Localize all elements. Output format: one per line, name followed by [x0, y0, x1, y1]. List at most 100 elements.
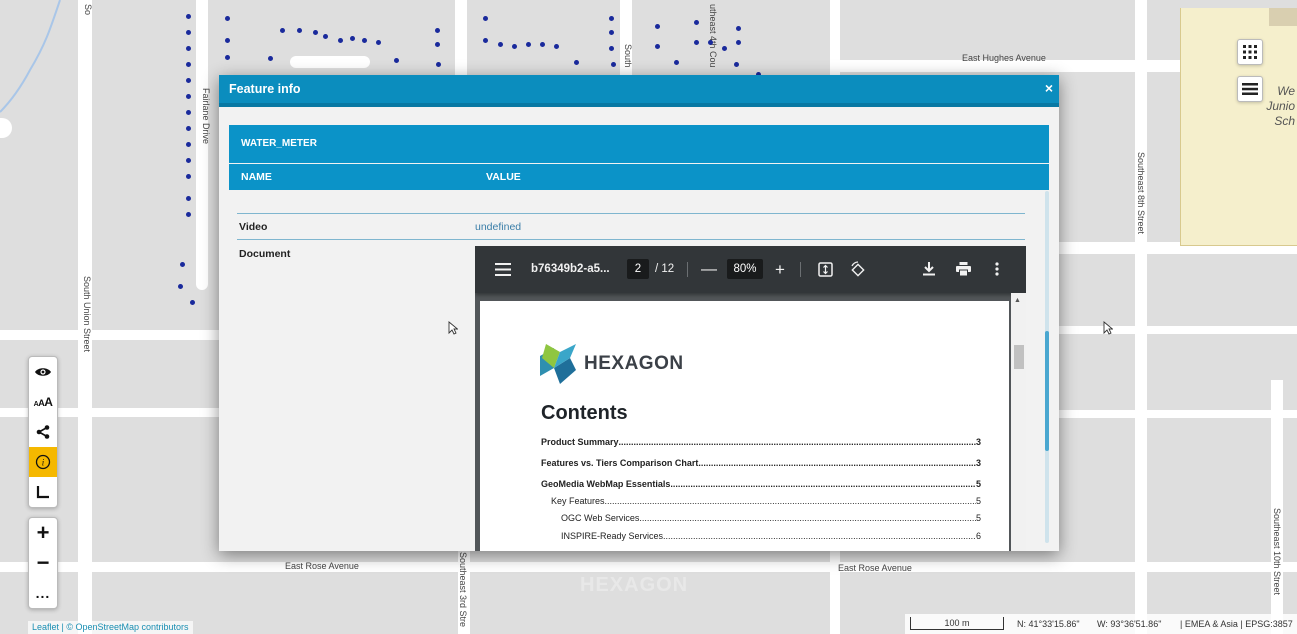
water-meter-marker[interactable] — [736, 26, 741, 31]
water-meter-marker[interactable] — [526, 42, 531, 47]
water-meter-marker[interactable] — [436, 62, 441, 67]
water-meter-marker[interactable] — [297, 28, 302, 33]
toolbar-divider — [800, 262, 801, 277]
west-coordinate: W: 93°36'51.86" — [1097, 619, 1162, 629]
toc-entry[interactable]: Product Summary3 — [541, 437, 981, 447]
rotate-icon[interactable] — [849, 261, 866, 278]
water-meter-marker[interactable] — [611, 62, 616, 67]
dialog-title: Feature info — [229, 82, 301, 96]
row-value: undefined — [475, 221, 522, 233]
water-meter-marker[interactable] — [722, 46, 727, 51]
water-meter-marker[interactable] — [178, 284, 183, 289]
layers-menu-button[interactable] — [1237, 76, 1263, 102]
measure-button[interactable] — [29, 477, 57, 507]
street-label: South Union Street — [82, 276, 92, 353]
water-meter-marker[interactable] — [694, 40, 699, 45]
projection-label[interactable]: | EMEA & Asia | EPSG:3857 — [1180, 619, 1293, 629]
water-meter-marker[interactable] — [186, 126, 191, 131]
water-meter-marker[interactable] — [225, 55, 230, 60]
street-label: East Hughes Avenue — [962, 53, 1046, 63]
toc-entry[interactable]: INSPIRE-Ready Services6 — [561, 531, 981, 541]
feature-info-button[interactable]: i — [29, 447, 57, 477]
share-button[interactable] — [29, 417, 57, 447]
water-meter-marker[interactable] — [734, 62, 739, 67]
water-meter-marker[interactable] — [483, 38, 488, 43]
road — [0, 562, 1297, 572]
page-number-input[interactable]: 2 — [627, 259, 649, 279]
water-meter-marker[interactable] — [180, 262, 185, 267]
water-meter-marker[interactable] — [280, 28, 285, 33]
zoom-in-icon[interactable]: + — [775, 246, 785, 293]
text-size-icon: AAA — [33, 395, 53, 409]
water-meter-marker[interactable] — [323, 34, 328, 39]
water-meter-marker[interactable] — [708, 40, 713, 45]
dialog-header[interactable]: Feature info × — [219, 75, 1059, 107]
water-meter-marker[interactable] — [609, 16, 614, 21]
toc-entry[interactable]: OGC Web Services5 — [561, 513, 981, 523]
water-meter-marker[interactable] — [186, 94, 191, 99]
water-meter-marker[interactable] — [268, 56, 273, 61]
zoom-level-input[interactable]: 80% — [727, 259, 763, 279]
water-meter-marker[interactable] — [512, 44, 517, 49]
water-meter-marker[interactable] — [435, 28, 440, 33]
water-meter-marker[interactable] — [186, 14, 191, 19]
water-meter-marker[interactable] — [313, 30, 318, 35]
download-icon[interactable] — [923, 262, 935, 276]
pdf-scrollbar-thumb[interactable] — [1014, 345, 1024, 369]
close-icon[interactable]: × — [1045, 74, 1053, 102]
water-meter-marker[interactable] — [736, 40, 741, 45]
toc-entry[interactable]: Key Features5 — [551, 496, 981, 506]
water-meter-marker[interactable] — [435, 42, 440, 47]
more-options-icon[interactable] — [995, 262, 999, 276]
zoom-out-button[interactable]: − — [29, 548, 57, 578]
road — [1135, 0, 1147, 634]
zoom-in-button[interactable]: + — [29, 518, 57, 548]
water-meter-marker[interactable] — [498, 42, 503, 47]
water-meter-marker[interactable] — [674, 60, 679, 65]
water-meter-marker[interactable] — [186, 46, 191, 51]
water-meter-marker[interactable] — [186, 174, 191, 179]
map-attribution[interactable]: Leaflet | © OpenStreetMap contributors — [28, 621, 193, 634]
water-meter-marker[interactable] — [554, 44, 559, 49]
toolbar-divider — [687, 262, 688, 277]
toc-entry[interactable]: Features vs. Tiers Comparison Chart3 — [541, 458, 981, 468]
svg-text:i: i — [42, 458, 45, 468]
fit-page-icon[interactable] — [818, 262, 833, 277]
water-meter-marker[interactable] — [225, 38, 230, 43]
more-tools-button[interactable]: ... — [29, 578, 57, 608]
water-meter-marker[interactable] — [186, 212, 191, 217]
visibility-tool-button[interactable] — [29, 357, 57, 387]
water-meter-marker[interactable] — [186, 62, 191, 67]
scrollbar-thumb[interactable] — [1045, 331, 1049, 451]
water-meter-marker[interactable] — [186, 196, 191, 201]
water-meter-marker[interactable] — [574, 60, 579, 65]
water-meter-marker[interactable] — [540, 42, 545, 47]
water-meter-marker[interactable] — [186, 110, 191, 115]
apps-button[interactable] — [1237, 39, 1263, 65]
water-meter-marker[interactable] — [338, 38, 343, 43]
water-meter-marker[interactable] — [376, 40, 381, 45]
dialog-scrollbar[interactable] — [1045, 191, 1049, 543]
water-meter-marker[interactable] — [350, 36, 355, 41]
toc-entry[interactable]: GeoMedia WebMap Essentials5 — [541, 479, 981, 489]
pdf-scrollbar[interactable]: ▲ — [1011, 293, 1026, 551]
water-meter-marker[interactable] — [186, 30, 191, 35]
water-meter-marker[interactable] — [186, 142, 191, 147]
water-meter-marker[interactable] — [655, 44, 660, 49]
zoom-out-icon[interactable]: — — [701, 246, 717, 293]
water-meter-marker[interactable] — [609, 30, 614, 35]
water-meter-marker[interactable] — [694, 20, 699, 25]
water-meter-marker[interactable] — [225, 16, 230, 21]
water-meter-marker[interactable] — [186, 158, 191, 163]
print-icon[interactable] — [956, 262, 971, 276]
hamburger-menu-icon[interactable] — [495, 263, 511, 276]
water-meter-marker[interactable] — [609, 46, 614, 51]
water-meter-marker[interactable] — [190, 300, 195, 305]
text-size-button[interactable]: AAA — [29, 387, 57, 417]
water-meter-marker[interactable] — [362, 38, 367, 43]
scroll-up-arrow-icon[interactable]: ▲ — [1014, 297, 1021, 304]
water-meter-marker[interactable] — [483, 16, 488, 21]
water-meter-marker[interactable] — [186, 78, 191, 83]
water-meter-marker[interactable] — [394, 58, 399, 63]
water-meter-marker[interactable] — [655, 24, 660, 29]
